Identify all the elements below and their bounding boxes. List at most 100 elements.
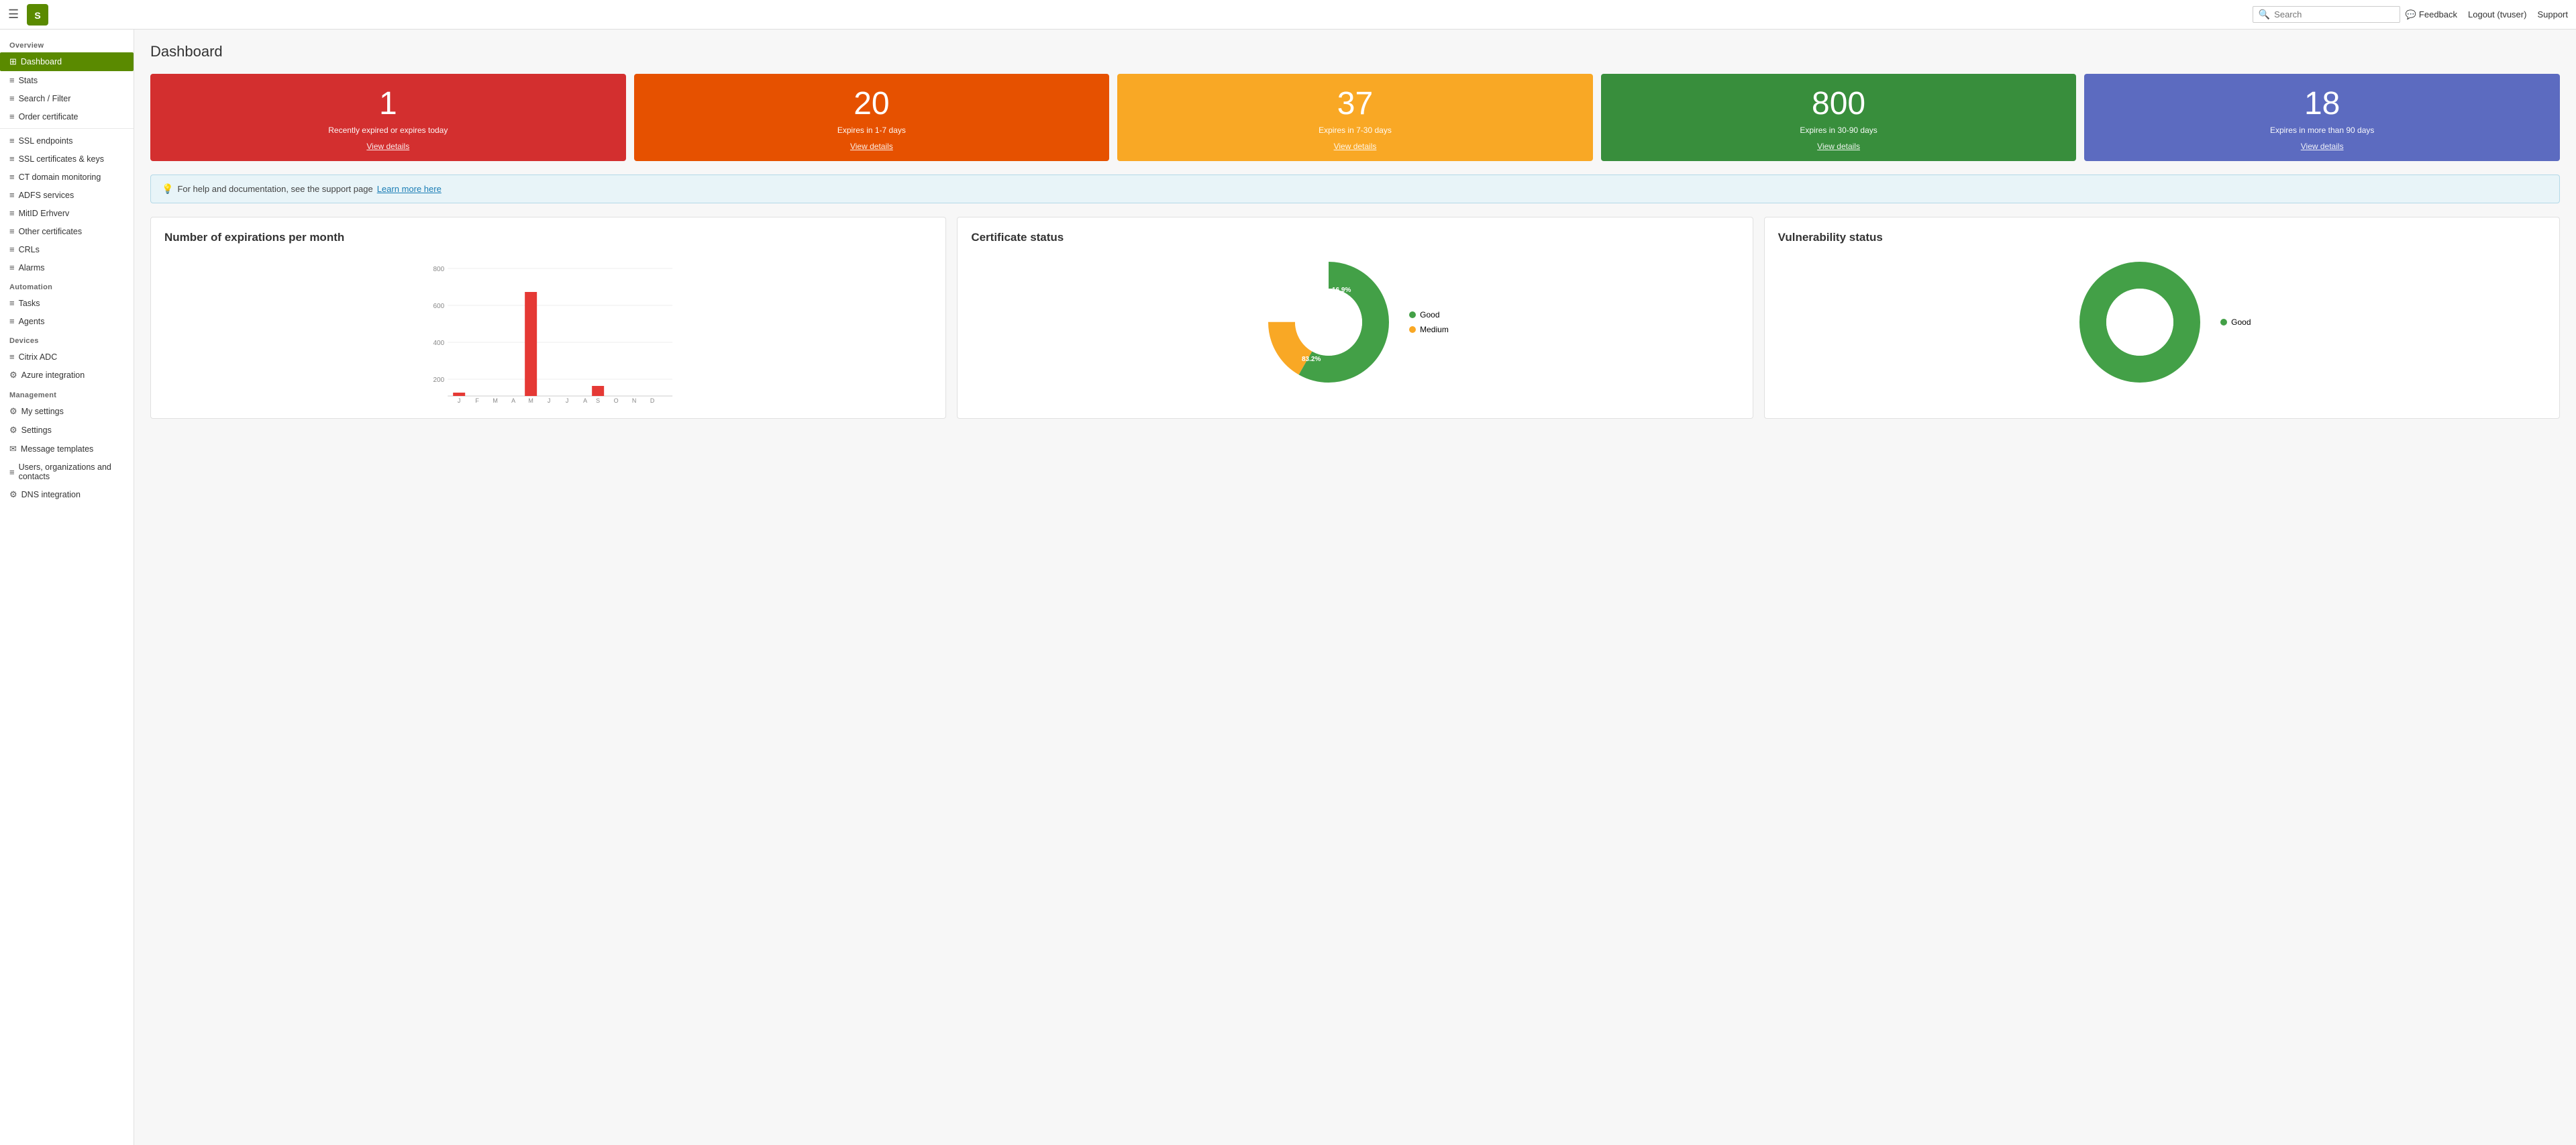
my-settings-icon: ⚙	[9, 406, 17, 417]
stat-link-1-7[interactable]: View details	[850, 142, 893, 151]
stat-link-90plus[interactable]: View details	[2301, 142, 2344, 151]
sidebar-item-label: Azure integration	[21, 370, 85, 380]
sidebar-item-message-templates[interactable]: ✉ Message templates	[0, 440, 134, 458]
sidebar-item-label: CRLs	[19, 245, 40, 254]
sidebar-item-azure-integration[interactable]: ⚙ Azure integration	[0, 366, 134, 385]
sidebar-item-dns-integration[interactable]: ⚙ DNS integration	[0, 485, 134, 504]
sidebar-item-label: Other certificates	[19, 227, 82, 236]
cert-status-legend: Good Medium	[1409, 310, 1449, 334]
svg-text:A: A	[511, 397, 515, 403]
svg-text:83.2%: 83.2%	[1302, 356, 1321, 363]
sidebar-item-mitid[interactable]: ≡ MitID Erhverv	[0, 204, 134, 222]
sidebar-item-tasks[interactable]: ≡ Tasks	[0, 294, 134, 312]
sidebar-item-label: Citrix ADC	[19, 352, 58, 362]
stat-card-1-7[interactable]: 20 Expires in 1-7 days View details	[634, 74, 1110, 161]
ct-domain-icon: ≡	[9, 172, 15, 182]
stat-card-expired[interactable]: 1 Recently expired or expires today View…	[150, 74, 626, 161]
stat-link-expired[interactable]: View details	[366, 142, 409, 151]
vuln-status-donut-container: Good	[1778, 255, 2546, 389]
ssl-endpoints-icon: ≡	[9, 136, 15, 146]
stat-number-1-7: 20	[854, 88, 889, 120]
info-bar-link[interactable]: Learn more here	[377, 184, 442, 194]
sidebar-item-adfs[interactable]: ≡ ADFS services	[0, 186, 134, 204]
citrix-icon: ≡	[9, 352, 15, 362]
stat-number-90plus: 18	[2304, 88, 2340, 120]
vuln-status-donut	[2073, 255, 2207, 389]
svg-text:F: F	[475, 397, 479, 403]
sidebar-item-order-cert[interactable]: ≡ Order certificate	[0, 107, 134, 126]
azure-icon: ⚙	[9, 370, 17, 381]
sidebar-item-label: CT domain monitoring	[19, 172, 101, 182]
sidebar-item-ct-domain[interactable]: ≡ CT domain monitoring	[0, 168, 134, 186]
expirations-chart-card: Number of expirations per month 800 600 …	[150, 217, 946, 419]
vuln-status-chart-card: Vulnerability status Good	[1764, 217, 2560, 419]
sidebar-item-dashboard[interactable]: ⊞ Dashboard	[0, 52, 134, 71]
main-content: Dashboard 1 Recently expired or expires …	[134, 30, 2576, 1145]
legend-label-medium: Medium	[1420, 325, 1449, 334]
svg-text:200: 200	[433, 377, 444, 384]
sidebar-item-label: SSL endpoints	[19, 136, 73, 146]
alarms-icon: ≡	[9, 262, 15, 272]
sidebar-item-crls[interactable]: ≡ CRLs	[0, 240, 134, 258]
sidebar-item-label: Alarms	[19, 263, 45, 272]
sidebar-item-stats[interactable]: ≡ Stats	[0, 71, 134, 89]
sidebar-item-label: SSL certificates & keys	[19, 154, 104, 164]
sidebar-item-label: DNS integration	[21, 490, 81, 499]
layout: Overview ⊞ Dashboard ≡ Stats ≡ Search / …	[0, 30, 2576, 1145]
sidebar-item-settings[interactable]: ⚙ Settings	[0, 421, 134, 440]
stat-card-90plus[interactable]: 18 Expires in more than 90 days View det…	[2084, 74, 2560, 161]
svg-text:D: D	[650, 397, 655, 403]
stat-card-7-30[interactable]: 37 Expires in 7-30 days View details	[1117, 74, 1593, 161]
stat-number-expired: 1	[379, 88, 397, 120]
agents-icon: ≡	[9, 316, 15, 326]
expirations-chart-title: Number of expirations per month	[164, 231, 932, 244]
stat-link-7-30[interactable]: View details	[1334, 142, 1377, 151]
page-title: Dashboard	[150, 43, 2560, 60]
dns-icon: ⚙	[9, 489, 17, 500]
sidebar-divider-1	[0, 128, 134, 129]
sidebar-item-search-filter[interactable]: ≡ Search / Filter	[0, 89, 134, 107]
other-certs-icon: ≡	[9, 226, 15, 236]
topbar-actions: 💬 Feedback Logout (tvuser) Support	[2406, 9, 2568, 20]
legend-item-good: Good	[1409, 310, 1449, 319]
search-input[interactable]	[2274, 9, 2394, 19]
svg-text:A: A	[583, 397, 587, 403]
menu-icon[interactable]: ☰	[8, 7, 19, 21]
management-section-label: Management	[0, 385, 134, 402]
svg-text:800: 800	[433, 266, 444, 273]
sidebar-item-ssl-endpoints[interactable]: ≡ SSL endpoints	[0, 132, 134, 150]
expirations-bar-chart: 800 600 400 200 J F M A M	[164, 255, 932, 403]
stat-card-30-90[interactable]: 800 Expires in 30-90 days View details	[1601, 74, 2077, 161]
charts-row: Number of expirations per month 800 600 …	[150, 217, 2560, 419]
crls-icon: ≡	[9, 244, 15, 254]
sidebar-item-ssl-certs-keys[interactable]: ≡ SSL certificates & keys	[0, 150, 134, 168]
svg-text:O: O	[614, 397, 619, 403]
feedback-icon: 💬	[2406, 9, 2416, 20]
sidebar-item-citrix-adc[interactable]: ≡ Citrix ADC	[0, 348, 134, 366]
cert-status-chart-card: Certificate status 83.2% 16.9%	[957, 217, 1753, 419]
feedback-button[interactable]: 💬 Feedback	[2406, 9, 2457, 20]
sidebar-item-alarms[interactable]: ≡ Alarms	[0, 258, 134, 277]
stat-label-1-7: Expires in 1-7 days	[837, 126, 906, 135]
sidebar-item-label: Users, organizations and contacts	[19, 462, 124, 481]
sidebar-item-label: ADFS services	[19, 191, 74, 200]
message-templates-icon: ✉	[9, 444, 17, 454]
overview-section-label: Overview	[0, 35, 134, 52]
sidebar-item-label: Dashboard	[21, 57, 62, 66]
sidebar-item-users-orgs[interactable]: ≡ Users, organizations and contacts	[0, 458, 134, 485]
topbar: ☰ S 🔍 💬 Feedback Logout (tvuser) Support	[0, 0, 2576, 30]
info-bar-text: For help and documentation, see the supp…	[177, 184, 372, 194]
sidebar-item-label: Agents	[19, 317, 45, 326]
sidebar-item-my-settings[interactable]: ⚙ My settings	[0, 402, 134, 421]
sidebar-item-agents[interactable]: ≡ Agents	[0, 312, 134, 330]
sidebar-item-label: Order certificate	[19, 112, 79, 121]
stat-label-expired: Recently expired or expires today	[328, 126, 448, 135]
sidebar-item-label: Tasks	[19, 299, 40, 308]
search-box[interactable]: 🔍	[2253, 6, 2400, 23]
sidebar-item-other-certs[interactable]: ≡ Other certificates	[0, 222, 134, 240]
tasks-icon: ≡	[9, 298, 15, 308]
logout-button[interactable]: Logout (tvuser)	[2468, 9, 2526, 19]
support-button[interactable]: Support	[2537, 9, 2568, 19]
stat-number-30-90: 800	[1812, 88, 1865, 120]
stat-link-30-90[interactable]: View details	[1817, 142, 1860, 151]
